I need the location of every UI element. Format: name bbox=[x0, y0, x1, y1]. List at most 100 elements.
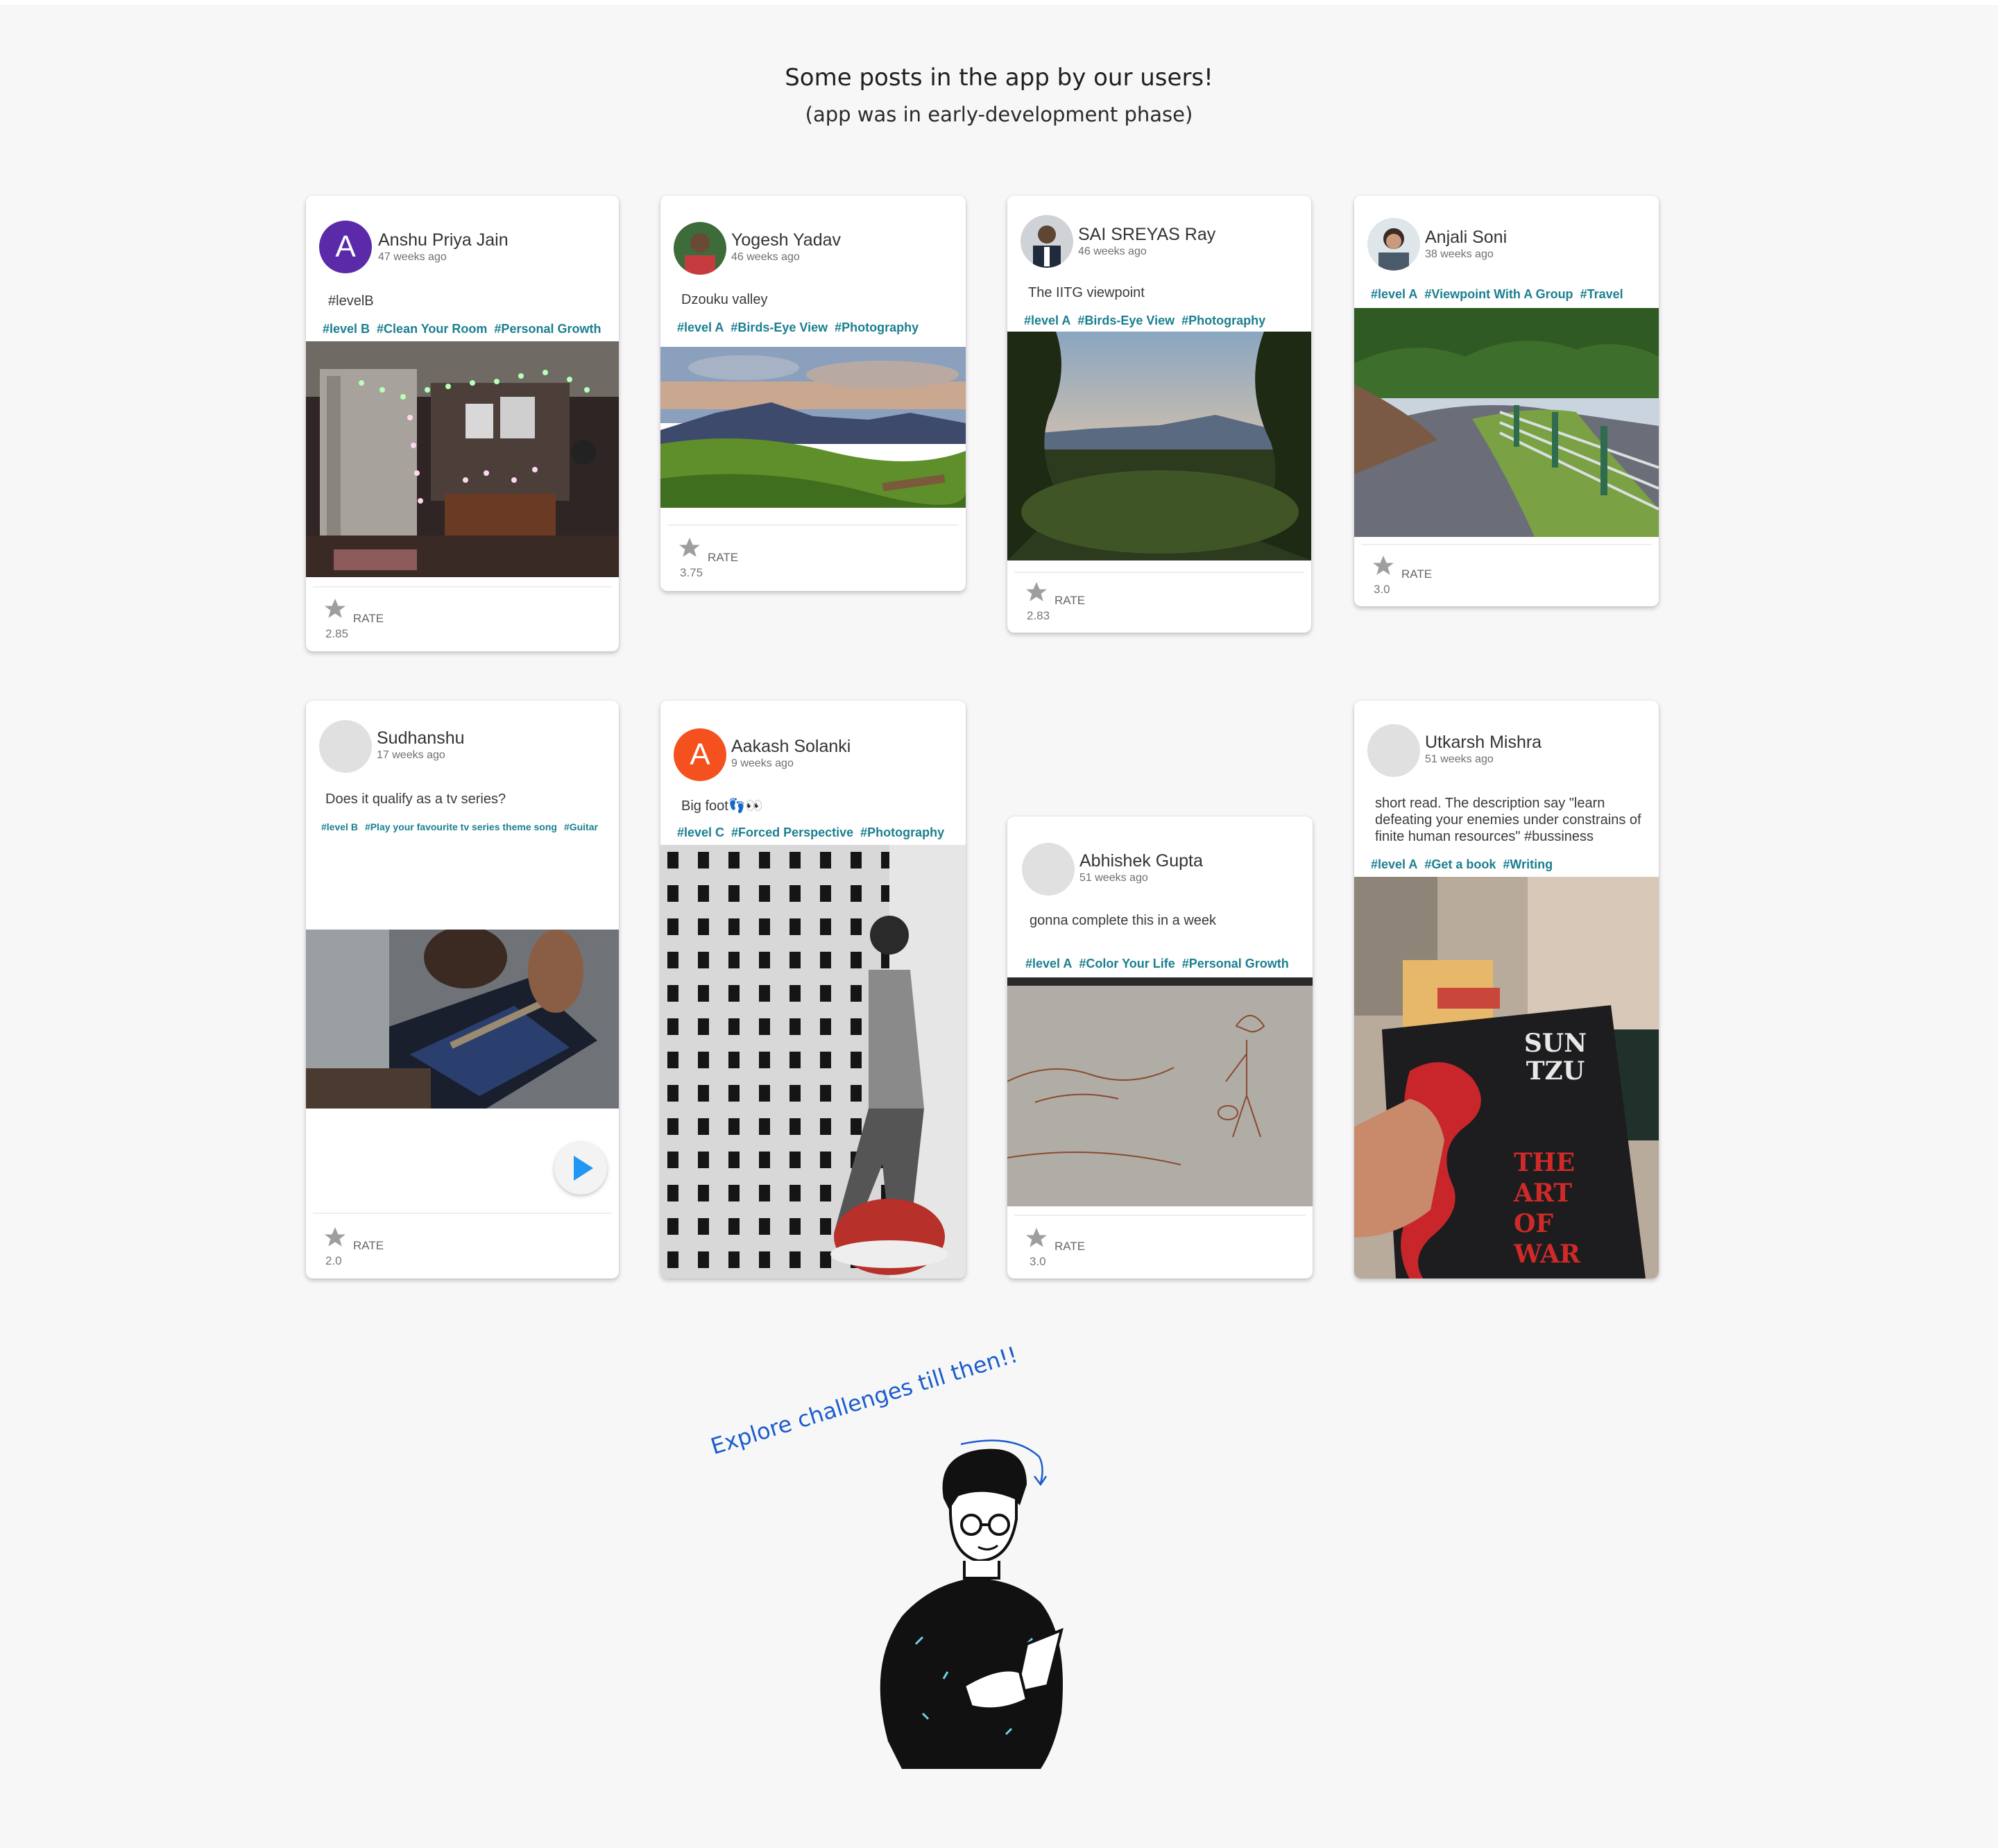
avatar[interactable] bbox=[1022, 843, 1075, 896]
rating-score: 3.0 bbox=[1374, 583, 1390, 596]
star-icon[interactable] bbox=[323, 597, 348, 622]
post-photo[interactable] bbox=[660, 347, 966, 508]
post-photo[interactable] bbox=[1007, 977, 1313, 1206]
tag-link[interactable]: #level A bbox=[1371, 857, 1417, 871]
user-name[interactable]: Anshu Priya Jain bbox=[378, 230, 509, 250]
user-name[interactable]: Aakash Solanki bbox=[731, 737, 851, 757]
rate-button[interactable]: RATE bbox=[1054, 1240, 1085, 1254]
post-video[interactable] bbox=[306, 930, 619, 1109]
avatar[interactable]: A bbox=[674, 728, 726, 781]
user-name[interactable]: SAI SREYAS Ray bbox=[1078, 225, 1215, 245]
tag-link[interactable]: #Play your favourite tv series theme son… bbox=[365, 821, 557, 832]
post-time: 38 weeks ago bbox=[1425, 248, 1494, 260]
tag-link[interactable]: #Personal Growth bbox=[1182, 957, 1289, 970]
tag-link[interactable]: #Photography bbox=[1181, 314, 1265, 327]
tag-link[interactable]: #Birds-Eye View bbox=[1077, 314, 1175, 327]
book-author: SUN TZU bbox=[1523, 1029, 1587, 1086]
tag-link[interactable]: #level A bbox=[677, 320, 724, 334]
tag-list: #level A #Birds-Eye View #Photography bbox=[1024, 314, 1272, 328]
star-icon[interactable] bbox=[1024, 1226, 1049, 1251]
tag-link[interactable]: #level A bbox=[1371, 287, 1417, 301]
tag-link[interactable]: #Photography bbox=[860, 825, 944, 839]
post-card[interactable]: Yogesh Yadav 46 weeks ago Dzouku valley … bbox=[660, 196, 966, 591]
avatar[interactable] bbox=[1021, 215, 1073, 268]
tag-link[interactable]: #Clean Your Room bbox=[377, 322, 487, 336]
post-photo[interactable] bbox=[1354, 308, 1659, 537]
star-icon[interactable] bbox=[1024, 580, 1049, 605]
tag-link[interactable]: #level B bbox=[323, 322, 370, 336]
user-name[interactable]: Yogesh Yadav bbox=[731, 230, 841, 250]
post-caption: Dzouku valley bbox=[681, 292, 768, 307]
tag-link[interactable]: #Color Your Life bbox=[1079, 957, 1175, 970]
avatar[interactable] bbox=[1367, 724, 1420, 777]
star-icon[interactable] bbox=[323, 1225, 348, 1250]
star-icon[interactable] bbox=[1371, 554, 1396, 579]
tag-link[interactable]: #Get a book bbox=[1424, 857, 1496, 871]
tag-link[interactable]: #Guitar bbox=[564, 821, 598, 832]
tag-link[interactable]: #Viewpoint With A Group bbox=[1424, 287, 1573, 301]
tag-link[interactable]: #Forced Perspective bbox=[731, 825, 853, 839]
book-title-line: THE bbox=[1514, 1148, 1576, 1177]
rating-score: 3.0 bbox=[1030, 1255, 1046, 1268]
top-strip bbox=[0, 0, 1998, 5]
post-caption: gonna complete this in a week bbox=[1030, 913, 1217, 928]
post-card[interactable]: Abhishek Gupta 51 weeks ago gonna comple… bbox=[1007, 816, 1313, 1278]
post-caption: Big foot👣👀 bbox=[681, 798, 763, 814]
user-name[interactable]: Anjali Soni bbox=[1425, 228, 1507, 248]
post-card[interactable]: A Anshu Priya Jain 47 weeks ago #levelB … bbox=[306, 196, 619, 651]
rating-score: 3.75 bbox=[680, 566, 703, 579]
person-reading-illustration bbox=[880, 1448, 1064, 1769]
tag-link[interactable]: #Photography bbox=[835, 320, 919, 334]
post-photo[interactable] bbox=[306, 341, 619, 577]
divider bbox=[1361, 544, 1652, 545]
rating-score: 2.0 bbox=[325, 1254, 342, 1267]
tag-link[interactable]: #Personal Growth bbox=[494, 322, 601, 336]
rate-button[interactable]: RATE bbox=[353, 612, 384, 626]
user-name[interactable]: Sudhanshu bbox=[377, 728, 465, 748]
post-caption: The IITG viewpoint bbox=[1028, 285, 1145, 300]
post-card[interactable]: Sudhanshu 17 weeks ago Does it qualify a… bbox=[306, 701, 619, 1278]
post-card[interactable]: SAI SREYAS Ray 46 weeks ago The IITG vie… bbox=[1007, 196, 1311, 633]
tag-link[interactable]: #Writing bbox=[1503, 857, 1553, 871]
post-caption: Does it qualify as a tv series? bbox=[325, 792, 506, 807]
avatar[interactable] bbox=[674, 222, 726, 275]
tag-link[interactable]: #level B bbox=[321, 821, 358, 832]
rate-button[interactable]: RATE bbox=[708, 551, 738, 565]
book-title-line: OF bbox=[1514, 1209, 1553, 1238]
tag-list: #level A #Color Your Life #Personal Growth bbox=[1025, 957, 1296, 971]
post-time: 51 weeks ago bbox=[1425, 753, 1494, 765]
post-card[interactable]: Anjali Soni 38 weeks ago #level A #Viewpo… bbox=[1354, 196, 1659, 606]
user-name[interactable]: Utkarsh Mishra bbox=[1425, 733, 1542, 753]
divider bbox=[313, 1213, 612, 1214]
avatar[interactable] bbox=[319, 720, 372, 773]
post-card[interactable]: Utkarsh Mishra 51 weeks ago short read. … bbox=[1354, 701, 1659, 1278]
play-button[interactable] bbox=[554, 1142, 607, 1195]
tag-link[interactable]: #Birds-Eye View bbox=[731, 320, 828, 334]
tag-list: #level A #Get a book #Writing bbox=[1371, 857, 1560, 872]
rating-score: 2.83 bbox=[1027, 609, 1050, 622]
post-card[interactable]: A Aakash Solanki 9 weeks ago Big foot👣👀 … bbox=[660, 701, 966, 1278]
post-photo[interactable] bbox=[1007, 332, 1311, 561]
post-time: 17 weeks ago bbox=[377, 749, 445, 761]
tag-list: #level A #Viewpoint With A Group #Travel bbox=[1371, 287, 1630, 302]
avatar[interactable] bbox=[1367, 218, 1420, 271]
post-photo[interactable] bbox=[660, 845, 966, 1278]
rate-button[interactable]: RATE bbox=[353, 1239, 384, 1253]
post-time: 46 weeks ago bbox=[731, 251, 800, 263]
user-name[interactable]: Abhishek Gupta bbox=[1079, 851, 1203, 871]
book-title: THE ART OF WAR bbox=[1514, 1147, 1580, 1269]
section-subtitle: (app was in early-development phase) bbox=[805, 103, 1193, 126]
tag-link[interactable]: #Travel bbox=[1580, 287, 1623, 301]
post-time: 9 weeks ago bbox=[731, 758, 794, 769]
tag-link[interactable]: #level A bbox=[1025, 957, 1072, 970]
rate-button[interactable]: RATE bbox=[1054, 594, 1085, 608]
tag-list: #level C #Forced Perspective #Photography bbox=[677, 825, 951, 840]
divider bbox=[1014, 1215, 1306, 1216]
rate-button[interactable]: RATE bbox=[1401, 567, 1432, 581]
tag-link[interactable]: #level A bbox=[1024, 314, 1070, 327]
tag-list: #level B #Clean Your Room #Personal Growth bbox=[323, 322, 608, 336]
post-photo[interactable]: SUN TZU THE ART OF WAR bbox=[1354, 877, 1659, 1278]
tag-link[interactable]: #level C bbox=[677, 825, 724, 839]
avatar[interactable]: A bbox=[319, 221, 372, 273]
star-icon[interactable] bbox=[677, 536, 702, 561]
